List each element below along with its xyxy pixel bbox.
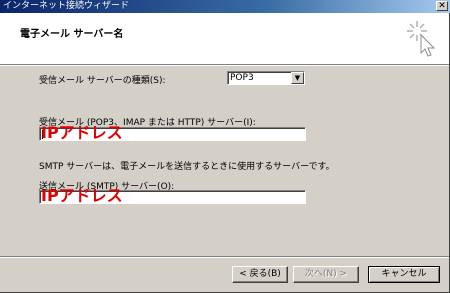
incoming-server-annotation: IPアドレス — [41, 123, 123, 142]
incoming-server-input[interactable]: IPアドレス — [39, 123, 306, 142]
incoming-server-type-label: 受信メール サーバーの種類(S): — [39, 76, 166, 86]
incoming-server-type-value: POP3 — [230, 73, 254, 83]
page-title: 電子メール サーバー名 — [20, 29, 124, 40]
window-title: インターネット接続ウィザード — [3, 1, 130, 11]
chevron-down-icon[interactable]: ▼ — [291, 72, 304, 84]
close-icon: ✕ — [438, 1, 446, 11]
cancel-button[interactable]: キャンセル — [368, 266, 440, 283]
incoming-server-type-select[interactable]: POP3 ▼ — [227, 71, 305, 85]
wizard-header: 電子メール サーバー名 — [0, 13, 449, 65]
header-divider — [0, 65, 449, 66]
wizard-sparkle-cursor-icon — [407, 21, 436, 57]
next-button[interactable]: 次へ(N) > — [293, 266, 359, 283]
back-button[interactable]: < 戻る(B) — [232, 266, 288, 283]
outgoing-server-input[interactable]: IPアドレス — [39, 186, 306, 205]
title-bar[interactable]: インターネット接続ウィザード ✕ — [0, 0, 450, 13]
close-button[interactable]: ✕ — [436, 1, 448, 11]
smtp-note: SMTP サーバーは、電子メールを送信するときに使用するサーバーです。 — [39, 162, 335, 172]
outgoing-server-annotation: IPアドレス — [41, 186, 123, 205]
wizard-window: インターネット接続ウィザード ✕ 電子メール サーバー名 受信メール サーバーの… — [0, 0, 450, 293]
